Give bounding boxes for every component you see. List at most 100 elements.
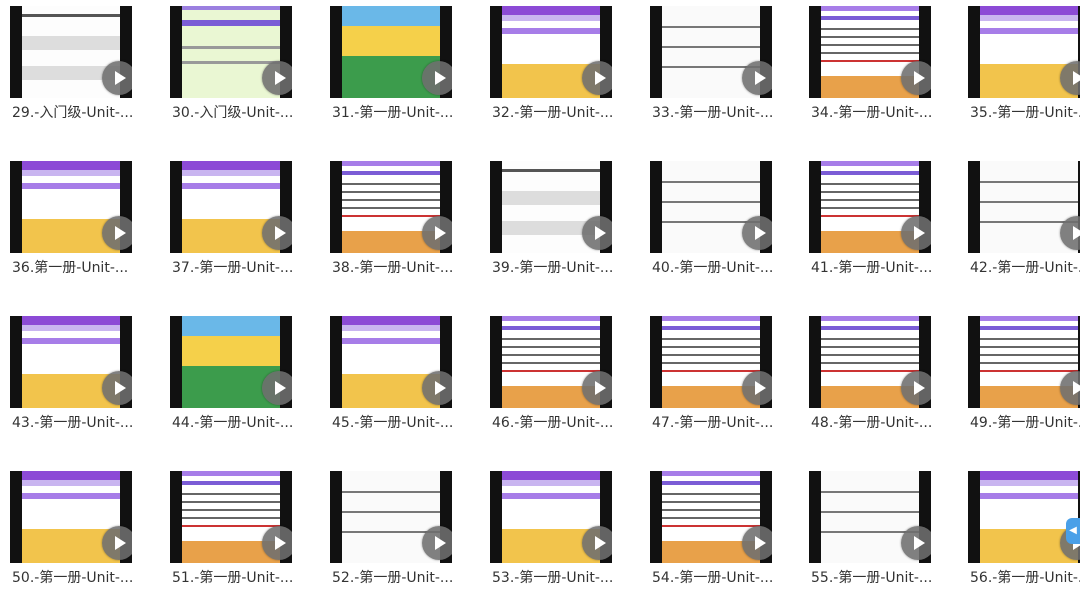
play-icon[interactable] (901, 61, 931, 95)
video-tile[interactable]: 31.-第一册-Unit-... (330, 0, 490, 150)
video-tile[interactable]: 44.-第一册-Unit-... (170, 310, 330, 460)
video-title[interactable]: 48.-第一册-Unit-... (811, 412, 941, 432)
video-thumbnail[interactable] (10, 6, 132, 98)
video-thumbnail[interactable] (10, 161, 132, 253)
side-widget[interactable]: ◀ (1066, 518, 1080, 544)
video-title[interactable]: 38.-第一册-Unit-... (332, 257, 462, 277)
play-icon[interactable] (102, 61, 132, 95)
play-icon[interactable] (102, 371, 132, 405)
video-tile[interactable]: 47.-第一册-Unit-... (650, 310, 810, 460)
video-thumbnail[interactable] (330, 161, 452, 253)
video-title[interactable]: 35.-第一册-Unit-... (970, 102, 1080, 122)
video-title[interactable]: 53.-第一册-Unit-... (492, 567, 622, 587)
play-icon[interactable] (102, 216, 132, 250)
video-title[interactable]: 39.-第一册-Unit-... (492, 257, 622, 277)
video-tile[interactable]: 29.-入门级-Unit-... (10, 0, 170, 150)
video-thumbnail[interactable] (170, 471, 292, 563)
video-tile[interactable]: 41.-第一册-Unit-... (809, 155, 969, 305)
video-thumbnail[interactable] (10, 471, 132, 563)
video-tile[interactable]: 34.-第一册-Unit-... (809, 0, 969, 150)
video-thumbnail[interactable] (650, 6, 772, 98)
video-title[interactable]: 50.-第一册-Unit-... (12, 567, 142, 587)
video-tile[interactable]: 48.-第一册-Unit-... (809, 310, 969, 460)
play-icon[interactable] (102, 526, 132, 560)
play-icon[interactable] (422, 526, 452, 560)
video-thumbnail[interactable] (809, 6, 931, 98)
play-icon[interactable] (422, 371, 452, 405)
video-title[interactable]: 54.-第一册-Unit-... (652, 567, 782, 587)
video-thumbnail[interactable] (809, 471, 931, 563)
video-tile[interactable]: 30.-入门级-Unit-... (170, 0, 330, 150)
video-thumbnail[interactable] (490, 6, 612, 98)
video-tile[interactable]: 55.-第一册-Unit-... (809, 465, 969, 615)
play-icon[interactable] (742, 216, 772, 250)
video-title[interactable]: 34.-第一册-Unit-... (811, 102, 941, 122)
video-tile[interactable]: 35.-第一册-Unit-... (968, 0, 1080, 150)
play-icon[interactable] (262, 61, 292, 95)
play-icon[interactable] (582, 526, 612, 560)
video-thumbnail[interactable] (330, 316, 452, 408)
play-icon[interactable] (901, 526, 931, 560)
video-thumbnail[interactable] (650, 316, 772, 408)
video-tile[interactable]: 52.-第一册-Unit-... (330, 465, 490, 615)
play-icon[interactable] (582, 371, 612, 405)
video-title[interactable]: 37.-第一册-Unit-... (172, 257, 302, 277)
video-tile[interactable]: 45.-第一册-Unit-... (330, 310, 490, 460)
video-title[interactable]: 46.-第一册-Unit-... (492, 412, 622, 432)
video-tile[interactable]: 33.-第一册-Unit-... (650, 0, 810, 150)
video-title[interactable]: 55.-第一册-Unit-... (811, 567, 941, 587)
video-title[interactable]: 49.-第一册-Unit-... (970, 412, 1080, 432)
video-thumbnail[interactable] (809, 161, 931, 253)
video-thumbnail[interactable] (330, 6, 452, 98)
play-icon[interactable] (901, 216, 931, 250)
video-title[interactable]: 36.第一册-Unit-... (12, 257, 142, 277)
play-icon[interactable] (742, 526, 772, 560)
video-thumbnail[interactable] (490, 471, 612, 563)
video-tile[interactable]: 32.-第一册-Unit-... (490, 0, 650, 150)
video-title[interactable]: 41.-第一册-Unit-... (811, 257, 941, 277)
play-icon[interactable] (262, 216, 292, 250)
play-icon[interactable] (582, 61, 612, 95)
video-title[interactable]: 30.-入门级-Unit-... (172, 102, 302, 122)
video-title[interactable]: 42.-第一册-Unit-... (970, 257, 1080, 277)
video-tile[interactable]: 42.-第一册-Unit-... (968, 155, 1080, 305)
video-tile[interactable]: 53.-第一册-Unit-... (490, 465, 650, 615)
video-title[interactable]: 47.-第一册-Unit-... (652, 412, 782, 432)
video-thumbnail[interactable] (330, 471, 452, 563)
video-tile[interactable]: 54.-第一册-Unit-... (650, 465, 810, 615)
video-title[interactable]: 29.-入门级-Unit-... (12, 102, 142, 122)
video-tile[interactable]: 39.-第一册-Unit-... (490, 155, 650, 305)
video-thumbnail[interactable] (10, 316, 132, 408)
video-tile[interactable]: 40.-第一册-Unit-... (650, 155, 810, 305)
video-tile[interactable]: 46.-第一册-Unit-... (490, 310, 650, 460)
video-thumbnail[interactable] (170, 6, 292, 98)
video-title[interactable]: 32.-第一册-Unit-... (492, 102, 622, 122)
play-icon[interactable] (582, 216, 612, 250)
play-icon[interactable] (742, 61, 772, 95)
video-thumbnail[interactable] (170, 161, 292, 253)
video-thumbnail[interactable] (968, 6, 1080, 98)
video-title[interactable]: 33.-第一册-Unit-... (652, 102, 782, 122)
play-icon[interactable] (262, 371, 292, 405)
play-icon[interactable] (901, 371, 931, 405)
video-thumbnail[interactable] (968, 471, 1080, 563)
video-title[interactable]: 52.-第一册-Unit-... (332, 567, 462, 587)
video-title[interactable]: 43.-第一册-Unit-... (12, 412, 142, 432)
video-tile[interactable]: 51.-第一册-Unit-... (170, 465, 330, 615)
video-thumbnail[interactable] (968, 316, 1080, 408)
video-thumbnail[interactable] (809, 316, 931, 408)
video-title[interactable]: 51.-第一册-Unit-... (172, 567, 302, 587)
video-thumbnail[interactable] (490, 316, 612, 408)
video-title[interactable]: 31.-第一册-Unit-... (332, 102, 462, 122)
play-icon[interactable] (422, 61, 452, 95)
video-thumbnail[interactable] (490, 161, 612, 253)
play-icon[interactable] (422, 216, 452, 250)
video-tile[interactable]: 37.-第一册-Unit-... (170, 155, 330, 305)
video-tile[interactable]: 56.-第一册-Unit-... (968, 465, 1080, 615)
video-title[interactable]: 44.-第一册-Unit-... (172, 412, 302, 432)
video-thumbnail[interactable] (170, 316, 292, 408)
play-icon[interactable] (262, 526, 292, 560)
video-thumbnail[interactable] (968, 161, 1080, 253)
video-tile[interactable]: 43.-第一册-Unit-... (10, 310, 170, 460)
video-thumbnail[interactable] (650, 161, 772, 253)
